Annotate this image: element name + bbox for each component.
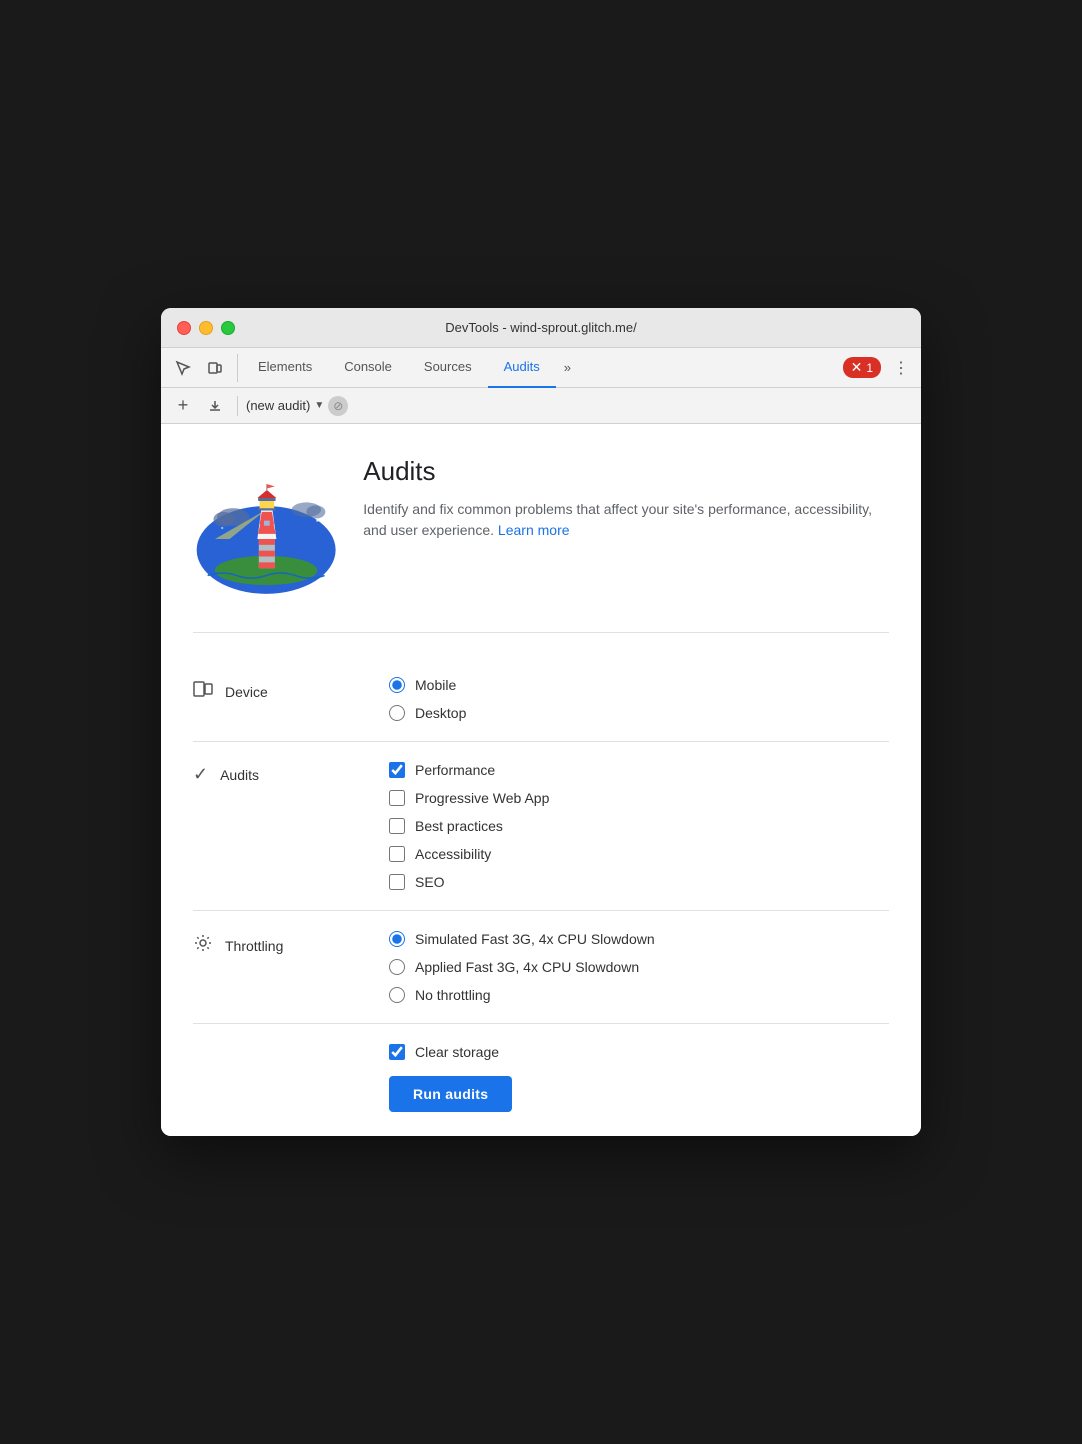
audit-accessibility-checkbox[interactable] [389, 846, 405, 862]
audit-pwa-option[interactable]: Progressive Web App [389, 790, 549, 806]
audit-performance-checkbox[interactable] [389, 762, 405, 778]
inspect-icon[interactable] [169, 354, 197, 382]
error-icon: ✕ [851, 359, 863, 376]
audit-accessibility-option[interactable]: Accessibility [389, 846, 549, 862]
bottom-section: Clear storage Run audits [193, 1024, 889, 1112]
device-section: Device Mobile Desktop [193, 657, 889, 742]
device-icon [193, 679, 213, 704]
error-badge[interactable]: ✕ 1 [843, 357, 881, 378]
cancel-audit-button[interactable]: ⊘ [328, 396, 348, 416]
audits-label: ✓ Audits [193, 762, 373, 785]
checkmark-icon: ✓ [193, 764, 208, 785]
window-title: DevTools - wind-sprout.glitch.me/ [445, 320, 636, 335]
device-mobile-radio[interactable] [389, 677, 405, 693]
tab-elements[interactable]: Elements [242, 348, 328, 388]
run-audits-button[interactable]: Run audits [389, 1076, 512, 1112]
gear-icon [193, 933, 213, 958]
throttling-applied-option[interactable]: Applied Fast 3G, 4x CPU Slowdown [389, 959, 655, 975]
device-desktop-radio[interactable] [389, 705, 405, 721]
audit-best-practices-checkbox[interactable] [389, 818, 405, 834]
device-desktop-option[interactable]: Desktop [389, 705, 466, 721]
add-audit-button[interactable]: + [169, 392, 197, 420]
throttling-section: Throttling Simulated Fast 3G, 4x CPU Slo… [193, 911, 889, 1024]
tab-bar-icons [169, 354, 238, 382]
main-content: Audits Identify and fix common problems … [161, 424, 921, 1136]
tab-bar: Elements Console Sources Audits » ✕ 1 ⋮ [161, 348, 921, 388]
devtools-window: DevTools - wind-sprout.glitch.me/ Elemen… [161, 308, 921, 1136]
throttling-none-radio[interactable] [389, 987, 405, 1003]
tab-more-button[interactable]: » [556, 348, 579, 388]
throttling-label: Throttling [193, 931, 373, 958]
throttling-applied-radio[interactable] [389, 959, 405, 975]
title-bar: DevTools - wind-sprout.glitch.me/ [161, 308, 921, 348]
more-options-button[interactable]: ⋮ [889, 356, 913, 380]
toolbar-divider [237, 396, 238, 416]
secondary-toolbar: + (new audit) ▼ ⊘ [161, 388, 921, 424]
tab-bar-right: ✕ 1 ⋮ [843, 356, 913, 380]
error-count: 1 [866, 361, 873, 375]
audits-section: ✓ Audits Performance Progressive Web App… [193, 742, 889, 911]
audit-best-practices-option[interactable]: Best practices [389, 818, 549, 834]
audit-seo-option[interactable]: SEO [389, 874, 549, 890]
close-button[interactable] [177, 321, 191, 335]
learn-more-link[interactable]: Learn more [498, 522, 570, 538]
device-mobile-option[interactable]: Mobile [389, 677, 466, 693]
audit-selector-label: (new audit) [246, 398, 310, 413]
tab-console[interactable]: Console [328, 348, 408, 388]
chevron-down-icon: ▼ [314, 400, 324, 411]
device-label: Device [193, 677, 373, 704]
device-toolbar-icon[interactable] [201, 354, 229, 382]
hero-section: Audits Identify and fix common problems … [193, 448, 889, 633]
audit-performance-option[interactable]: Performance [389, 762, 549, 778]
throttling-simulated-radio[interactable] [389, 931, 405, 947]
tabs: Elements Console Sources Audits » [242, 348, 843, 388]
traffic-lights [177, 321, 235, 335]
throttling-none-option[interactable]: No throttling [389, 987, 655, 1003]
lighthouse-illustration [193, 448, 339, 608]
throttling-simulated-option[interactable]: Simulated Fast 3G, 4x CPU Slowdown [389, 931, 655, 947]
clear-storage-checkbox[interactable] [389, 1044, 405, 1060]
throttling-options: Simulated Fast 3G, 4x CPU Slowdown Appli… [389, 931, 655, 1003]
hero-description: Identify and fix common problems that af… [363, 499, 889, 541]
tab-audits[interactable]: Audits [488, 348, 556, 388]
maximize-button[interactable] [221, 321, 235, 335]
tab-sources[interactable]: Sources [408, 348, 488, 388]
minimize-button[interactable] [199, 321, 213, 335]
device-options: Mobile Desktop [389, 677, 466, 721]
audit-selector[interactable]: (new audit) ▼ [246, 398, 324, 413]
hero-title: Audits [363, 456, 889, 487]
clear-storage-option[interactable]: Clear storage [389, 1044, 889, 1060]
audits-options: Performance Progressive Web App Best pra… [389, 762, 549, 890]
audit-seo-checkbox[interactable] [389, 874, 405, 890]
hero-text: Audits Identify and fix common problems … [363, 448, 889, 541]
download-button[interactable] [201, 392, 229, 420]
audit-pwa-checkbox[interactable] [389, 790, 405, 806]
